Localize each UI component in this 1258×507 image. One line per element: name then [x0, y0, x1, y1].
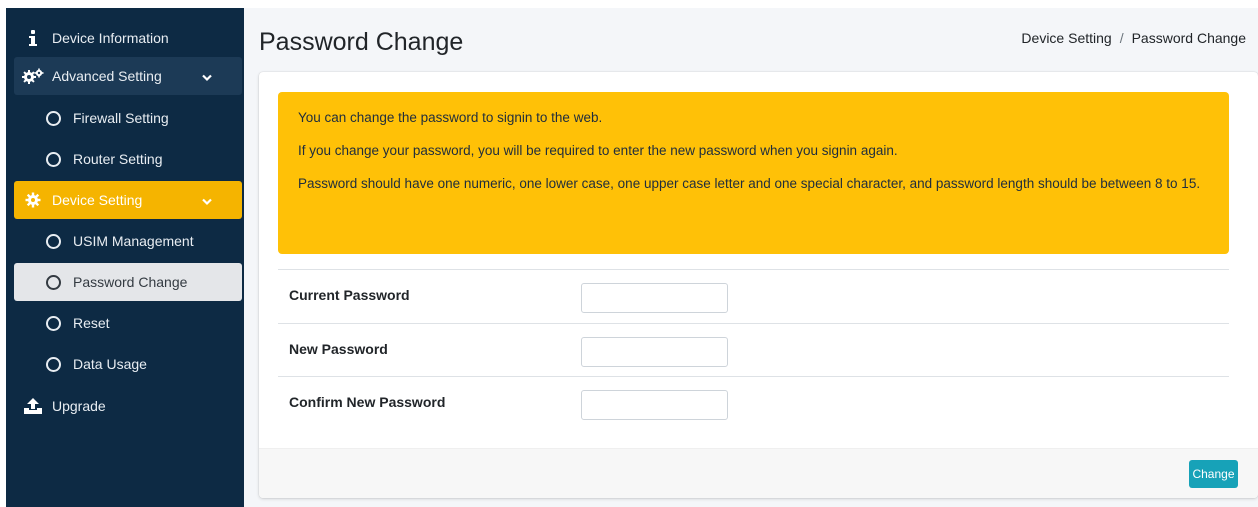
sidebar-item-reset[interactable]: Reset [14, 304, 242, 342]
sidebar-item-label: Router Setting [73, 151, 163, 167]
password-change-card: You can change the password to signin to… [259, 72, 1258, 498]
sidebar-item-upgrade[interactable]: Upgrade [14, 387, 242, 425]
form-row-current-password: Current Password [278, 269, 1229, 323]
circle-icon [46, 356, 61, 372]
breadcrumb-item-device-setting[interactable]: Device Setting [1021, 30, 1111, 46]
form-row-new-password: New Password [278, 323, 1229, 377]
alert-text: You can change the password to signin to… [298, 110, 603, 125]
sidebar-item-label: Upgrade [52, 398, 106, 414]
info-icon [22, 30, 44, 46]
sidebar-item-firewall-setting[interactable]: Firewall Setting [14, 99, 242, 137]
breadcrumb: Device Setting / Password Change [1021, 30, 1246, 46]
breadcrumb-separator: / [1119, 30, 1124, 46]
main-content: Password Change Device Setting / Password … [244, 8, 1258, 507]
upload-icon [22, 398, 44, 414]
sidebar-item-router-setting[interactable]: Router Setting [14, 140, 242, 178]
sidebar-item-password-change[interactable]: Password Change [14, 263, 242, 301]
sidebar: Device Information Advanced Setting Fire… [6, 8, 244, 507]
sidebar-item-usim-management[interactable]: USIM Management [14, 222, 242, 260]
sidebar-item-device-setting[interactable]: Device Setting [14, 181, 242, 219]
sidebar-item-label: Device Information [52, 30, 169, 46]
alert-text: Password should have one numeric, one lo… [298, 176, 1201, 191]
circle-icon [46, 315, 61, 331]
sidebar-item-label: Reset [73, 315, 110, 331]
current-password-input[interactable] [581, 283, 728, 313]
card-footer: Change [259, 448, 1258, 498]
app-root: Device Information Advanced Setting Fire… [0, 0, 1258, 507]
sidebar-item-device-information[interactable]: Device Information [14, 19, 242, 57]
confirm-password-label: Confirm New Password [289, 394, 446, 410]
circle-icon [46, 110, 61, 126]
sidebar-item-label: Firewall Setting [73, 110, 169, 126]
chevron-down-icon [202, 69, 212, 85]
breadcrumb-item-password-change: Password Change [1131, 30, 1246, 46]
alert-text: If you change your password, you will be… [298, 143, 898, 158]
sidebar-item-label: Device Setting [52, 192, 143, 208]
sidebar-item-advanced-setting[interactable]: Advanced Setting [14, 57, 242, 95]
current-password-label: Current Password [289, 287, 410, 303]
new-password-input[interactable] [581, 337, 728, 367]
chevron-down-icon [202, 193, 212, 209]
new-password-label: New Password [289, 341, 388, 357]
info-alert: You can change the password to signin to… [278, 92, 1229, 254]
sidebar-item-data-usage[interactable]: Data Usage [14, 345, 242, 383]
sidebar-item-label: Password Change [73, 274, 188, 290]
gear-icon [22, 192, 44, 208]
confirm-password-input[interactable] [581, 390, 728, 420]
sidebar-item-label: USIM Management [73, 233, 194, 249]
change-button[interactable]: Change [1189, 460, 1238, 488]
circle-icon [46, 233, 61, 249]
form-row-confirm-password: Confirm New Password [278, 376, 1229, 430]
circle-icon [46, 151, 61, 167]
sidebar-item-label: Data Usage [73, 356, 147, 372]
gears-icon [22, 68, 44, 84]
circle-icon [46, 274, 61, 290]
sidebar-item-label: Advanced Setting [52, 68, 162, 84]
page-title: Password Change [259, 28, 464, 56]
